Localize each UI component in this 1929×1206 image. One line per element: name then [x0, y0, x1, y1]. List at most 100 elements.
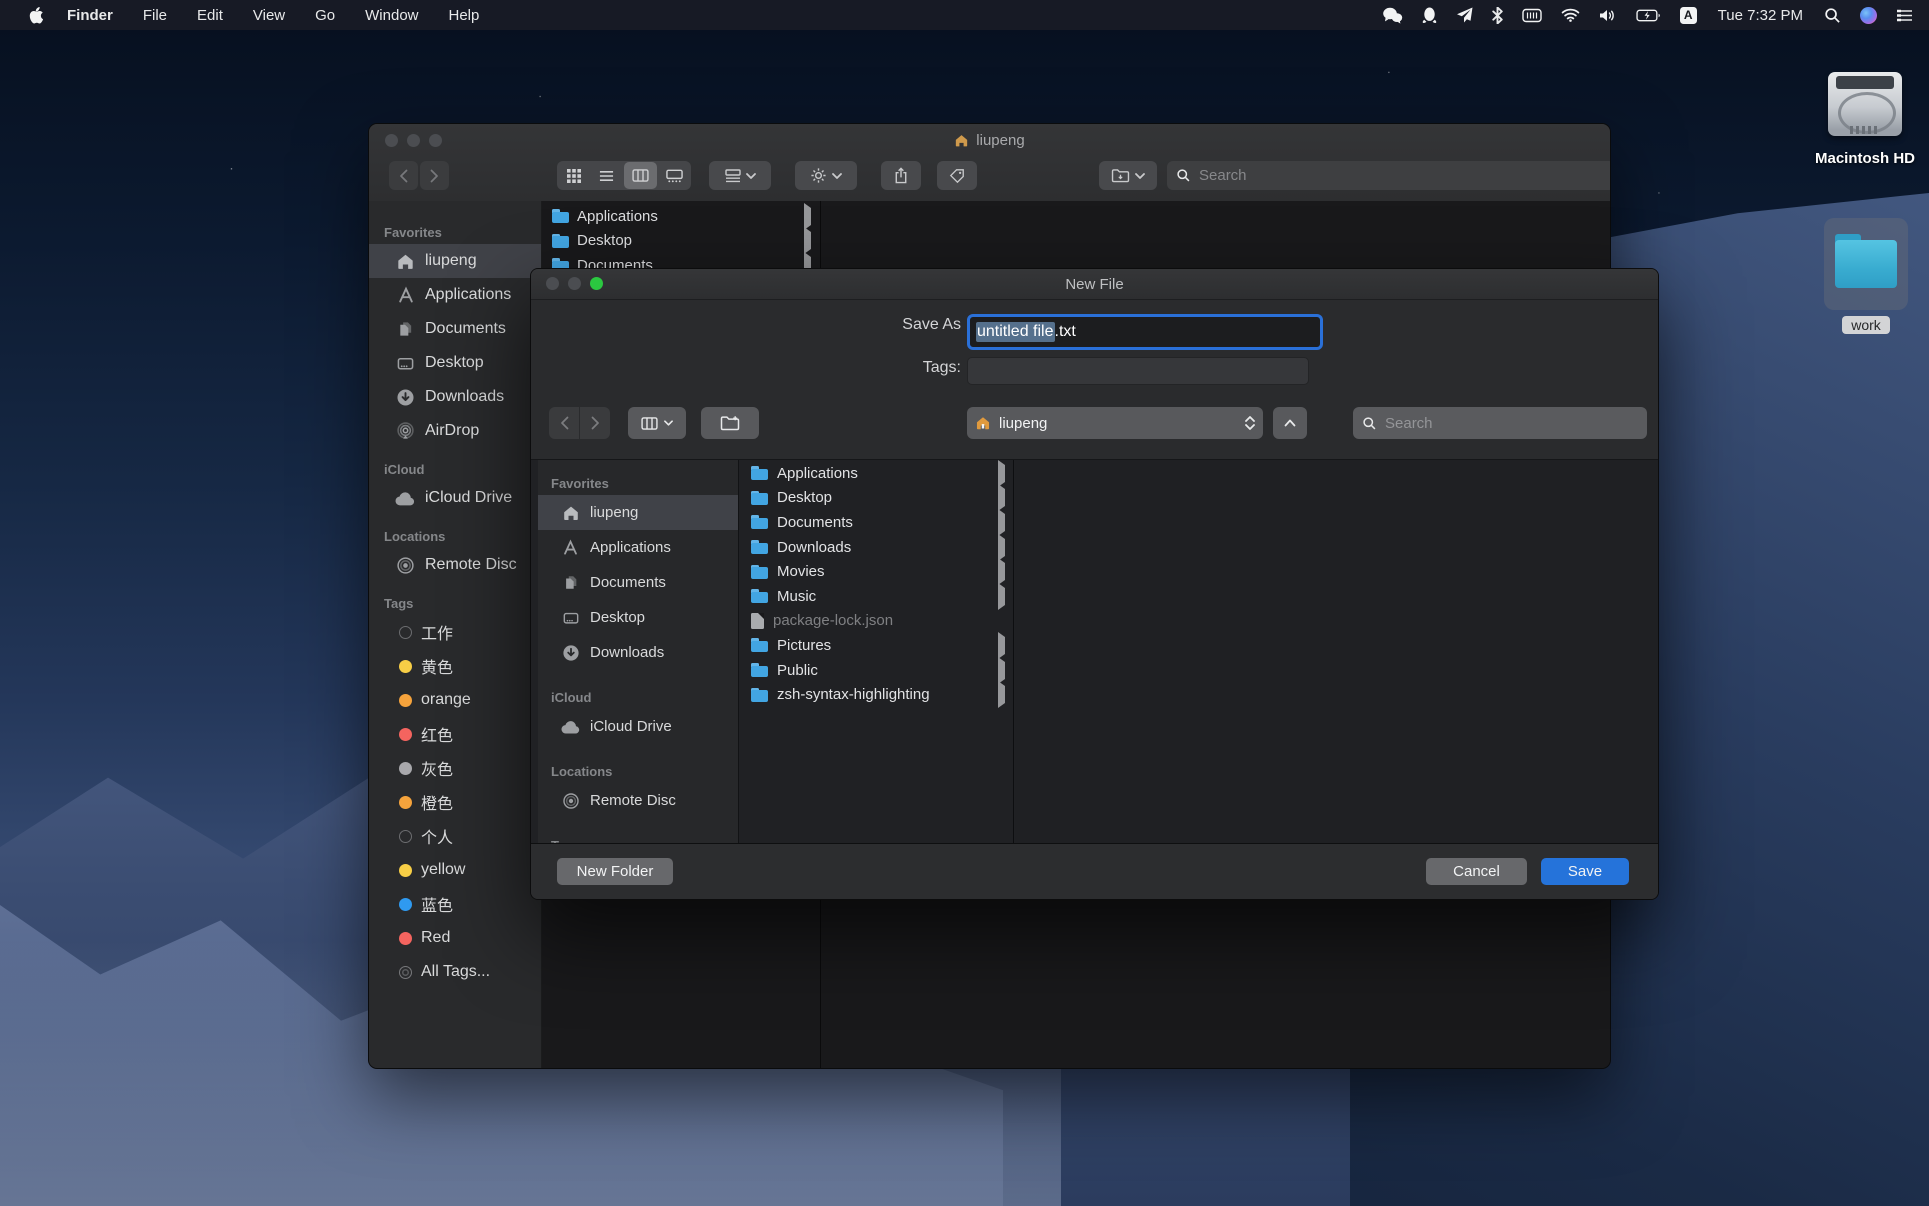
- bluetooth-icon[interactable]: [1492, 7, 1503, 24]
- menu-app-name[interactable]: Finder: [67, 7, 113, 24]
- desktop-icon: [560, 610, 581, 626]
- cancel-button[interactable]: Cancel: [1426, 858, 1527, 885]
- menu-view[interactable]: View: [253, 7, 285, 24]
- file-row-pictures[interactable]: Pictures: [739, 633, 1013, 658]
- close-button[interactable]: [546, 277, 559, 290]
- file-row-applications[interactable]: Applications: [739, 461, 1013, 486]
- file-row-zsh-syntax-highlighting[interactable]: zsh-syntax-highlighting: [739, 682, 1013, 707]
- sidebar-item-remote-disc[interactable]: Remote Disc: [369, 548, 541, 582]
- menu-window[interactable]: Window: [365, 7, 418, 24]
- file-row-applications[interactable]: Applications: [542, 204, 820, 229]
- back-button[interactable]: [389, 161, 418, 190]
- file-row-desktop[interactable]: Desktop: [739, 486, 1013, 511]
- forward-button[interactable]: [420, 161, 449, 190]
- sidebar-item-desktop[interactable]: Desktop: [538, 600, 738, 635]
- share-button[interactable]: [881, 161, 921, 190]
- menu-bar-clock[interactable]: Tue 7:32 PM: [1718, 7, 1803, 24]
- applications-icon: [395, 286, 416, 304]
- volume-icon[interactable]: [1599, 8, 1617, 23]
- siri-icon[interactable]: [1860, 7, 1877, 24]
- list-view-button[interactable]: [590, 161, 623, 190]
- icon-view-button[interactable]: [557, 161, 590, 190]
- menu-file[interactable]: File: [143, 7, 167, 24]
- sidebar-item-airdrop[interactable]: AirDrop: [369, 414, 541, 448]
- folder-label: work: [1842, 316, 1890, 334]
- sidebar-item-icloud-drive[interactable]: iCloud Drive: [538, 709, 738, 744]
- sidebar-tag[interactable]: 蓝色: [369, 887, 541, 921]
- column-view-button[interactable]: [624, 162, 657, 189]
- search-input[interactable]: [1197, 166, 1606, 185]
- disclosure-arrow-icon: [998, 686, 1005, 703]
- keyboard-battery-icon[interactable]: [1522, 8, 1542, 23]
- paper-plane-icon[interactable]: [1456, 7, 1473, 24]
- zoom-button[interactable]: [590, 277, 603, 290]
- wifi-icon[interactable]: [1561, 8, 1580, 22]
- sidebar-tag[interactable]: 橙色: [369, 785, 541, 819]
- sidebar-item-applications[interactable]: Applications: [538, 530, 738, 565]
- battery-charging-icon[interactable]: [1636, 9, 1661, 22]
- sidebar-tag-all-tags[interactable]: All Tags...: [369, 955, 541, 989]
- sidebar-item-documents[interactable]: Documents: [538, 565, 738, 600]
- location-select[interactable]: liupeng: [967, 407, 1263, 439]
- sidebar-tag[interactable]: 红色: [369, 717, 541, 751]
- sidebar-tag[interactable]: 黄色: [369, 649, 541, 683]
- dialog-toolbar: liupeng: [531, 401, 1658, 446]
- sidebar-tag[interactable]: 个人: [369, 819, 541, 853]
- desktop-icon-macintosh-hd[interactable]: Macintosh HD: [1800, 70, 1929, 167]
- search-input[interactable]: [1383, 414, 1638, 433]
- sidebar-tag[interactable]: orange: [369, 683, 541, 717]
- sidebar-tag[interactable]: yellow: [369, 853, 541, 887]
- disc-icon: [395, 556, 416, 575]
- sidebar-tag[interactable]: Red: [369, 921, 541, 955]
- group-by-button[interactable]: [709, 161, 771, 190]
- desktop-icon-work-folder[interactable]: work: [1818, 218, 1914, 334]
- filename-input[interactable]: untitled file.txt: [967, 314, 1323, 350]
- file-row-desktop[interactable]: Desktop: [542, 229, 820, 254]
- dialog-sidebar: Favorites liupeng Applications Documents…: [538, 460, 739, 845]
- file-row-documents[interactable]: Documents: [739, 510, 1013, 535]
- sidebar-item-downloads[interactable]: Downloads: [369, 380, 541, 414]
- tag-button[interactable]: [937, 161, 977, 190]
- disclosure-arrow-icon: [998, 514, 1005, 531]
- sidebar-item-liupeng[interactable]: liupeng: [369, 244, 541, 278]
- sidebar-item-documents[interactable]: Documents: [369, 312, 541, 346]
- new-folder-button[interactable]: New Folder: [557, 858, 673, 885]
- sidebar-tag[interactable]: 灰色: [369, 751, 541, 785]
- menu-help[interactable]: Help: [449, 7, 480, 24]
- sidebar-item-applications[interactable]: Applications: [369, 278, 541, 312]
- action-gear-button[interactable]: [795, 161, 857, 190]
- finder-sidebar: Favorites liupeng Applications Documents…: [369, 201, 542, 1068]
- gallery-view-button[interactable]: [658, 161, 691, 190]
- tags-input[interactable]: [967, 357, 1309, 385]
- file-row-music[interactable]: Music: [739, 584, 1013, 609]
- folder-icon: [751, 515, 768, 529]
- qq-icon[interactable]: [1422, 7, 1437, 24]
- finder-titlebar: liupeng: [369, 124, 1610, 202]
- input-source-icon[interactable]: A: [1680, 7, 1697, 24]
- sidebar-item-desktop[interactable]: Desktop: [369, 346, 541, 380]
- save-button[interactable]: Save: [1541, 858, 1629, 885]
- file-row-public[interactable]: Public: [739, 658, 1013, 683]
- menu-edit[interactable]: Edit: [197, 7, 223, 24]
- folder-icon: [751, 565, 768, 579]
- file-row-package-lock[interactable]: package-lock.json: [739, 609, 1013, 634]
- file-row-downloads[interactable]: Downloads: [739, 535, 1013, 560]
- spotlight-icon[interactable]: [1824, 7, 1841, 24]
- sidebar-item-icloud-drive[interactable]: iCloud Drive: [369, 481, 541, 515]
- new-folder-toolbar-button[interactable]: [701, 407, 759, 439]
- minimize-button[interactable]: [568, 277, 581, 290]
- apple-menu-icon[interactable]: [28, 6, 43, 24]
- quick-folder-button[interactable]: [1099, 161, 1157, 190]
- file-row-movies[interactable]: Movies: [739, 559, 1013, 584]
- back-button[interactable]: [549, 407, 579, 439]
- sidebar-item-remote-disc[interactable]: Remote Disc: [538, 783, 738, 818]
- collapse-button[interactable]: [1273, 407, 1307, 439]
- sidebar-item-liupeng[interactable]: liupeng: [538, 495, 738, 530]
- forward-button[interactable]: [580, 407, 610, 439]
- column-view-button[interactable]: [628, 407, 686, 439]
- sidebar-tag[interactable]: 工作: [369, 615, 541, 649]
- menu-go[interactable]: Go: [315, 7, 335, 24]
- notification-center-icon[interactable]: [1896, 9, 1913, 22]
- sidebar-item-downloads[interactable]: Downloads: [538, 635, 738, 670]
- wechat-icon[interactable]: [1382, 7, 1403, 24]
